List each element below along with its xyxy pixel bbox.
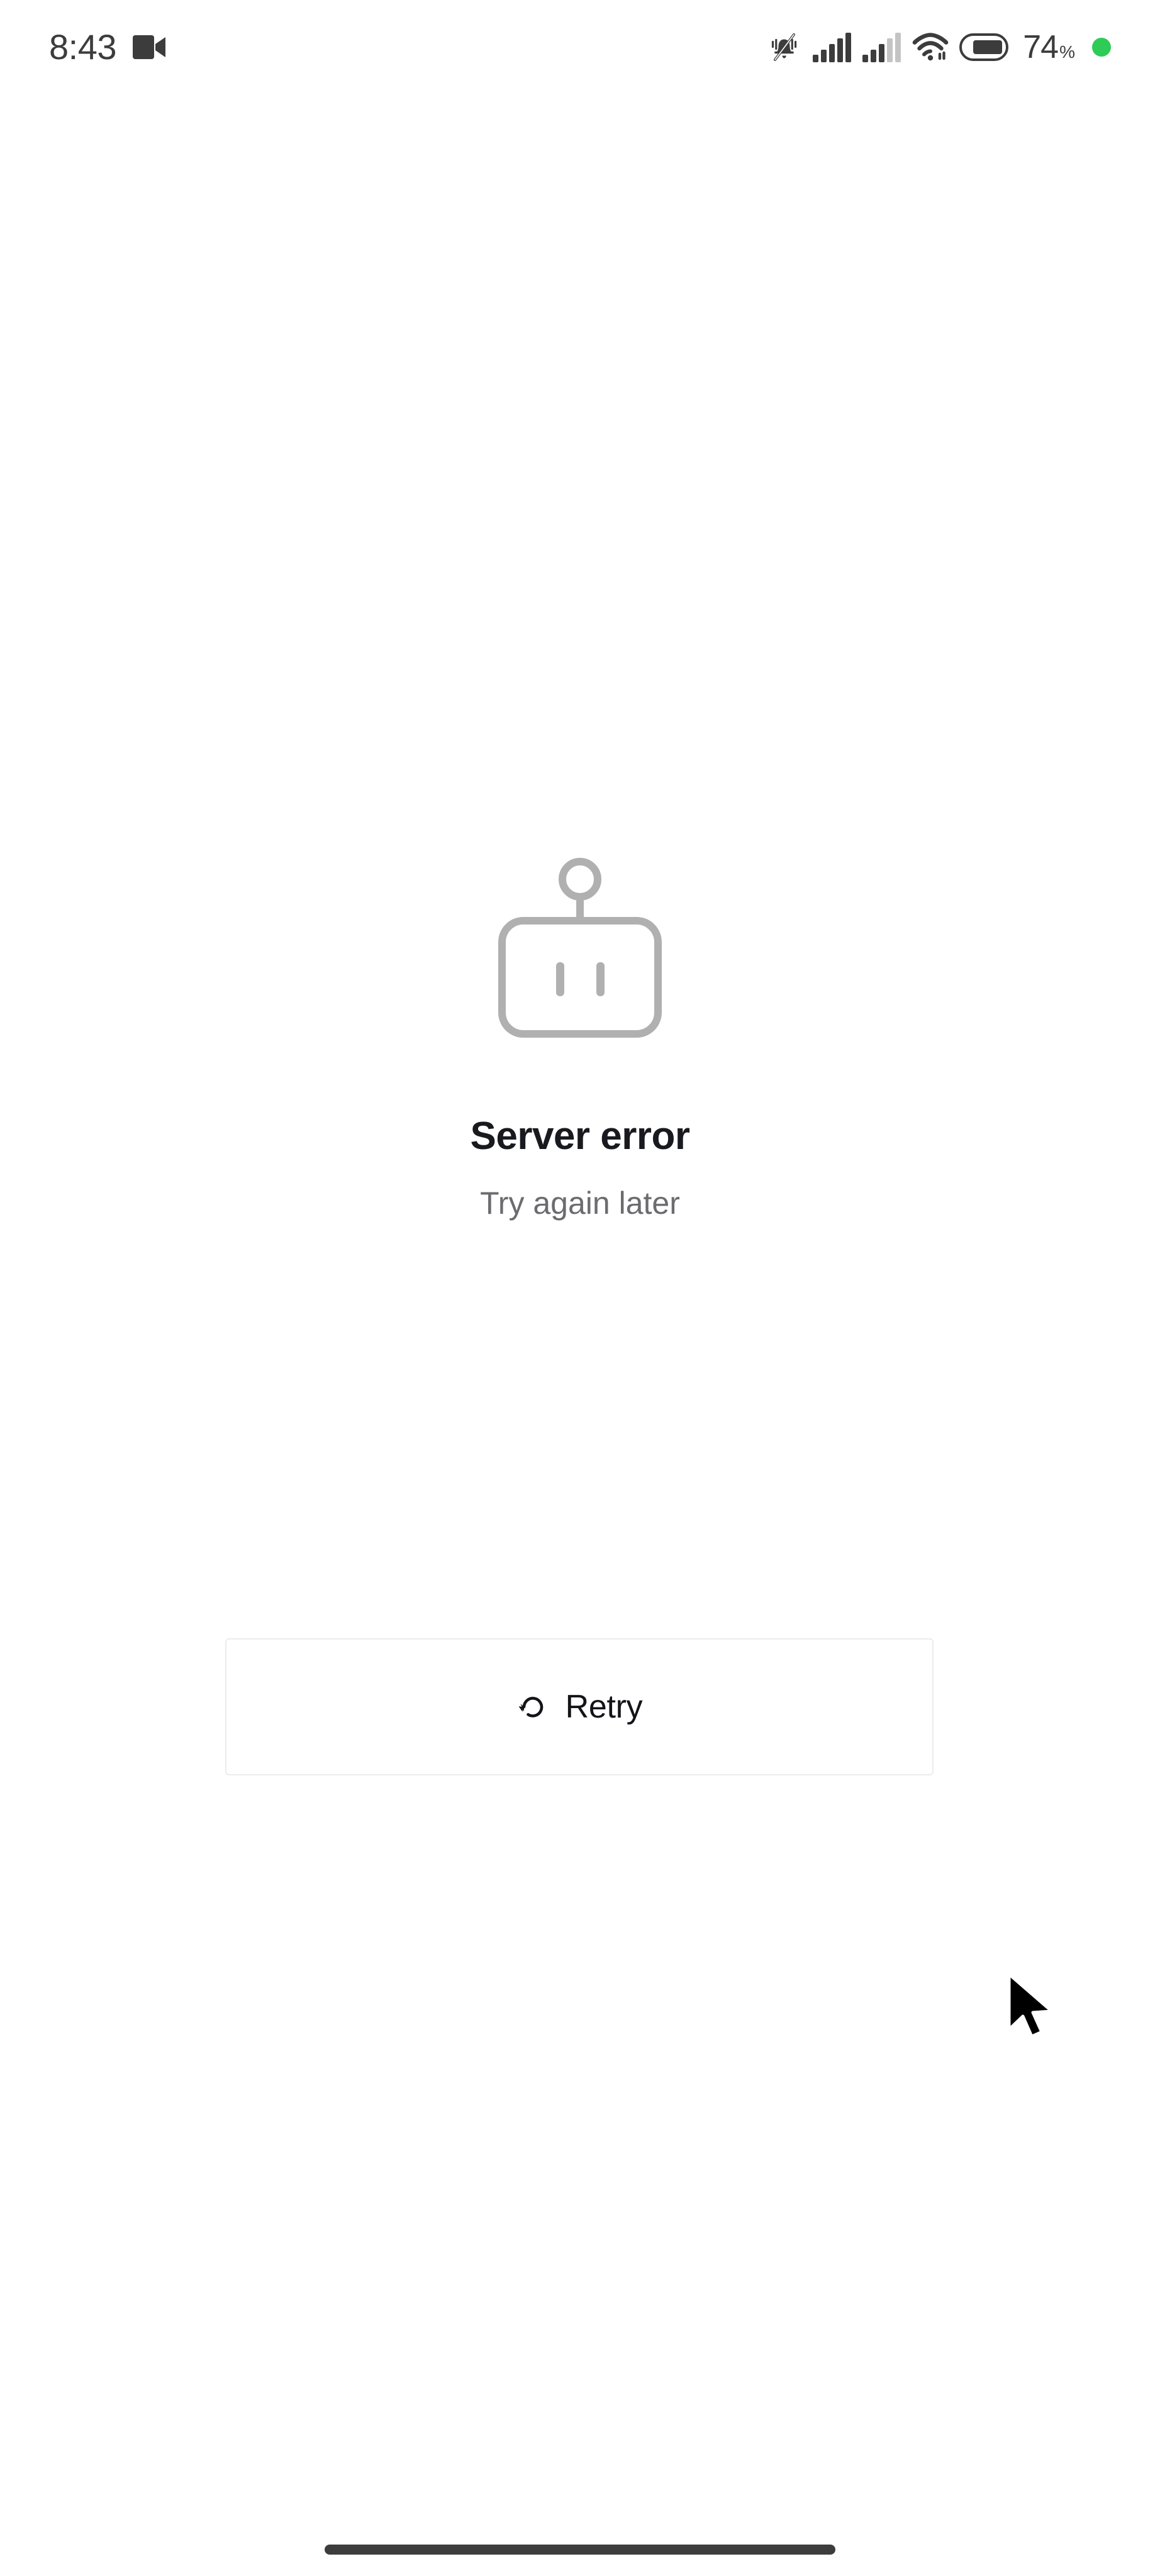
status-bar-right-group: 74 %: [767, 30, 1111, 65]
status-bar: 8:43 74 %: [0, 0, 1160, 94]
home-indicator-bar[interactable]: [325, 2545, 835, 2555]
mouse-arrow-cursor: [1005, 1972, 1062, 2047]
battery-percentage-value: 74: [1023, 29, 1059, 65]
bell-muted-icon: [767, 30, 802, 65]
status-bar-clock: 8:43: [49, 27, 117, 67]
retry-button[interactable]: Retry: [225, 1638, 934, 1775]
rotate-counter-clockwise-icon: [516, 1690, 549, 1723]
retry-button-label: Retry: [565, 1689, 643, 1725]
battery-percentage-unit: %: [1059, 42, 1075, 62]
status-bar-left-group: 8:43: [49, 30, 165, 65]
green-status-dot: [1092, 38, 1111, 57]
battery-percentage: 74 %: [1023, 31, 1075, 64]
main-content: Server error Try again later Retry: [0, 94, 1160, 2576]
battery-icon: [959, 33, 1009, 61]
video-camera-icon: [133, 35, 165, 59]
error-title: Server error: [470, 1114, 690, 1158]
wifi-icon: [912, 33, 949, 62]
cellular-signal-partial-icon: [862, 32, 901, 62]
error-subtitle: Try again later: [480, 1185, 680, 1221]
robot-icon: [492, 855, 668, 1044]
cellular-signal-full-icon: [813, 32, 852, 62]
server-error-state: Server error Try again later: [0, 855, 1160, 1219]
